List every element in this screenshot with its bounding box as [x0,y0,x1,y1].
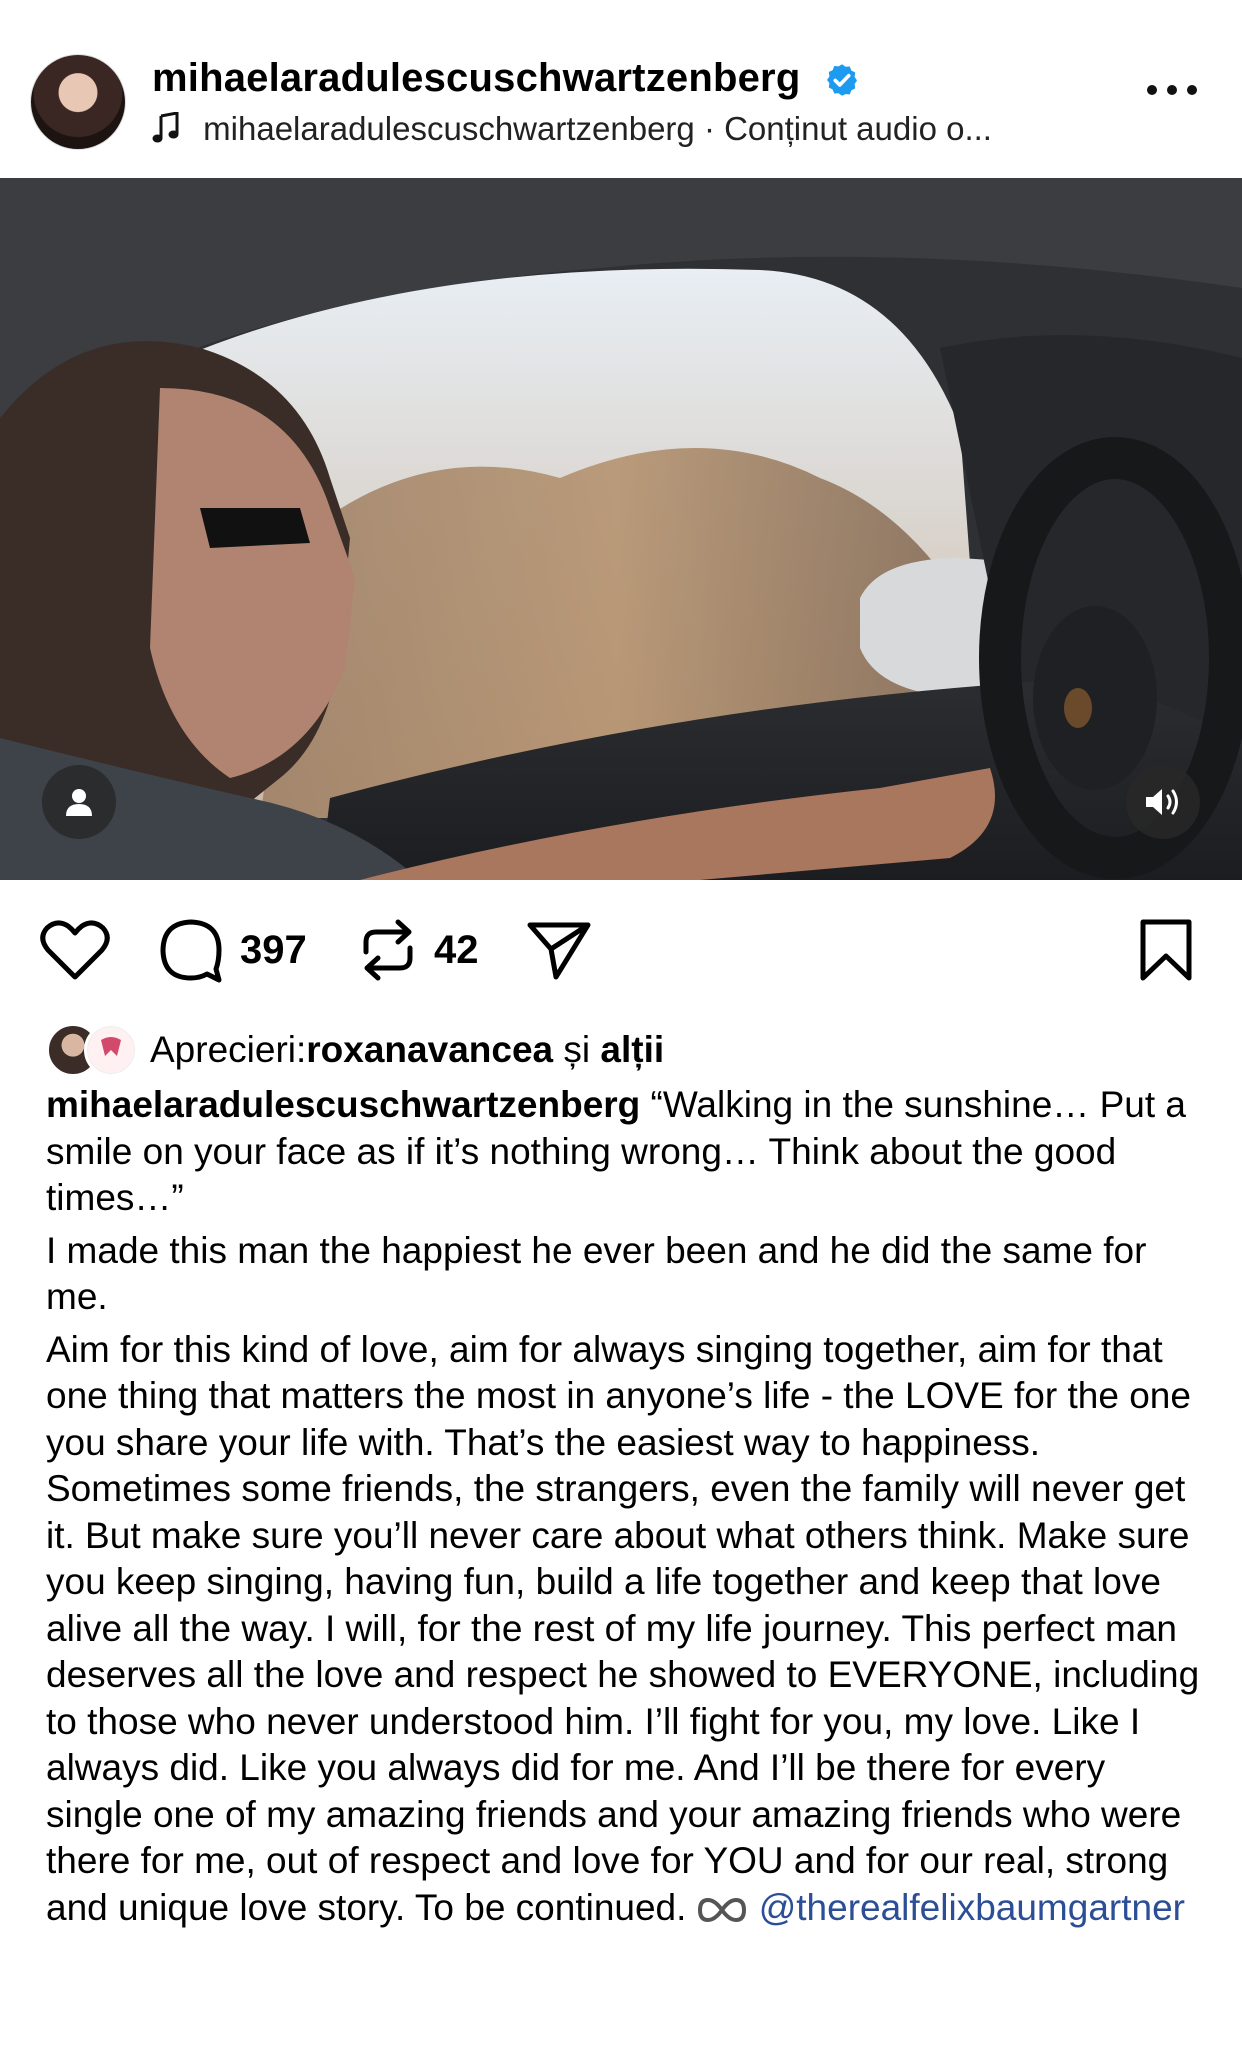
action-bar: 397 42 [0,900,1242,1000]
repost-icon [363,919,413,981]
profile-avatar[interactable] [30,54,126,150]
repost-count: 42 [434,927,479,972]
video-frame-image [0,178,1242,880]
comment-icon [160,919,222,983]
bookmark-icon [1140,919,1192,981]
caption-body: Aim for this kind of love, aim for alway… [46,1328,1200,1928]
liked-by-and: și [553,1029,601,1070]
music-note-icon [152,111,179,143]
liked-by-avatars [46,1023,142,1077]
repost-button[interactable]: 42 [358,900,479,1000]
save-button[interactable] [1138,900,1194,1000]
post-video[interactable] [0,178,1242,880]
liker-avatar [84,1023,138,1077]
post-caption: mihaelaradulescuschwartzenberg “Walking … [46,1082,1206,1937]
username-row: mihaelaradulescuschwartzenberg [152,56,860,101]
infinity-icon [697,1897,746,1922]
sound-toggle-button[interactable] [1126,765,1200,839]
liked-by-others[interactable]: alții [600,1029,664,1071]
liked-by-user[interactable]: roxanavancea [306,1029,553,1071]
verified-badge-icon [826,64,857,97]
audio-attribution[interactable]: mihaelaradulescuschwartzenberg · Conținu… [152,110,992,148]
comment-button[interactable]: 397 [158,900,307,1000]
post-header: mihaelaradulescuschwartzenberg mihaelara… [0,0,1242,176]
speaker-icon [1146,789,1178,815]
caption-paragraph: Aim for this kind of love, aim for alway… [46,1327,1206,1932]
comment-count: 397 [240,927,307,972]
brand-logo-icon [101,1037,121,1056]
caption-paragraph: I made this man the happiest he ever bee… [46,1229,1147,1318]
audio-text: mihaelaradulescuschwartzenberg · Conținu… [203,110,992,147]
caption-paragraph: mihaelaradulescuschwartzenberg “Walking … [46,1082,1206,1222]
person-tag-icon [66,789,92,816]
share-icon [527,922,591,980]
like-button[interactable] [40,900,110,1000]
more-options-icon[interactable] [1142,70,1202,110]
tagged-people-button[interactable] [42,765,116,839]
username-link[interactable]: mihaelaradulescuschwartzenberg [152,56,800,100]
caption-mention-link[interactable]: @therealfelixbaumgartner [759,1887,1185,1928]
caption-username[interactable]: mihaelaradulescuschwartzenberg [46,1084,640,1125]
liked-by-label: Aprecieri: [150,1029,307,1070]
share-button[interactable] [526,900,592,1000]
liked-by-row[interactable]: Aprecieri: roxanavancea și alții [46,1020,664,1080]
heart-icon [40,920,110,980]
